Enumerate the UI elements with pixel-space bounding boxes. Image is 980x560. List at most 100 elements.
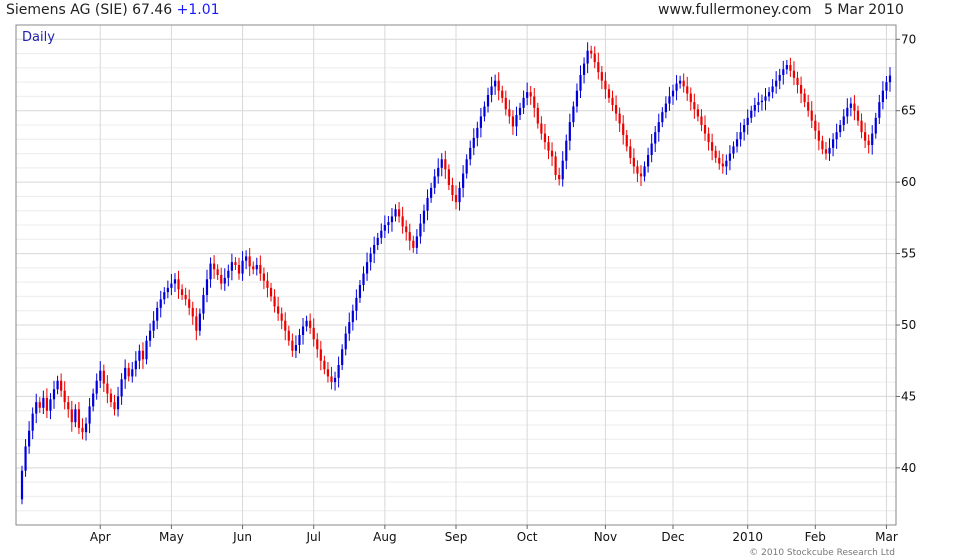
candle-body (600, 72, 603, 81)
candle-body (419, 223, 422, 237)
candle-body (732, 146, 735, 154)
y-tick-label: 70 (901, 32, 916, 46)
candle-body (113, 402, 116, 410)
candle-body (387, 222, 390, 225)
candle-body (447, 169, 450, 185)
candle-body (611, 97, 614, 105)
x-tick-label: Nov (594, 530, 617, 544)
candle-body (294, 345, 298, 351)
candle-body (842, 116, 845, 125)
candle-body (472, 137, 475, 148)
candle-body (376, 237, 379, 245)
candle-body (326, 369, 330, 377)
candle-body (533, 96, 536, 108)
candle-body (796, 77, 799, 85)
candle-body (526, 92, 529, 98)
candle-body (575, 90, 579, 107)
candle-body (35, 402, 38, 414)
candle-body (248, 256, 251, 267)
chart-date: 5 Mar 2010 (824, 2, 904, 18)
candle-body (412, 240, 415, 248)
candle-body (767, 92, 771, 97)
x-tick-label: Apr (90, 530, 111, 544)
y-tick-label: 40 (901, 461, 916, 475)
candle-body (429, 187, 433, 198)
candle-body (159, 299, 162, 308)
candle-body (586, 50, 589, 64)
candle-body (234, 262, 237, 265)
candle-body (622, 123, 625, 135)
candle-body (675, 83, 678, 91)
x-tick-label: Aug (373, 530, 396, 544)
candle-body (817, 130, 820, 141)
candle-body (771, 86, 774, 93)
candle-body (383, 225, 386, 231)
candle-body (497, 80, 500, 91)
candle-body (792, 70, 796, 78)
candle-body (743, 125, 746, 133)
candle-body (668, 96, 671, 104)
period-label: Daily (22, 30, 55, 45)
candle-body (700, 116, 703, 125)
candle-body (696, 109, 700, 117)
candle-body (550, 150, 554, 157)
candle-body (543, 133, 547, 143)
candle-body (365, 262, 369, 274)
candle-body (245, 256, 248, 261)
candle-body (341, 349, 344, 365)
candle-body (38, 402, 41, 408)
x-tick-label: Jul (305, 530, 320, 544)
candle-body (237, 265, 241, 274)
candle-body (348, 322, 351, 334)
candle-body (301, 326, 305, 335)
candle-body (273, 296, 276, 307)
candle-body (415, 236, 418, 248)
candle-body (686, 86, 689, 94)
candle-body (440, 159, 443, 168)
candle-body (31, 413, 34, 431)
candle-body (138, 350, 141, 361)
grid (16, 24, 896, 525)
candle-body (373, 245, 376, 254)
x-tick-label: Jun (232, 530, 252, 544)
copyright-text: © 2010 Stockcube Research Ltd (749, 548, 895, 558)
candle-body (593, 53, 596, 63)
candle-body (511, 116, 515, 127)
candle-body (540, 123, 543, 134)
candle-body (20, 470, 24, 500)
candle-body (679, 80, 682, 84)
candle-body (764, 96, 767, 101)
candle-body (874, 117, 877, 134)
candle-body (856, 110, 860, 121)
candle-body (120, 379, 123, 397)
candle-body (536, 107, 539, 124)
candle-body (760, 100, 764, 103)
candle-body (814, 120, 817, 131)
candle-body (444, 159, 447, 170)
candle-body (515, 115, 518, 127)
candle-body (362, 273, 365, 285)
candle-body (597, 62, 600, 73)
candle-body (728, 153, 732, 161)
candle-body (209, 263, 212, 280)
candle-body (629, 146, 632, 158)
candle-body (291, 340, 294, 351)
candle-body (871, 133, 874, 145)
candle-body (212, 263, 216, 270)
candle-body (220, 275, 223, 284)
stock-chart: 40 45 50 55 60 65 70 Apr May Jun Jul Aug Sep Oct Nov D… (6, 2, 916, 558)
candle-body (632, 157, 635, 167)
candle-body (394, 209, 397, 217)
candle-body (888, 75, 892, 83)
candle-body (70, 409, 73, 423)
candle-body (60, 380, 63, 391)
candle-body (433, 176, 436, 188)
candle-body (259, 265, 262, 274)
site-url[interactable]: www.fullermoney.com (658, 2, 812, 18)
candle-body (323, 360, 326, 370)
candle-body (81, 427, 84, 433)
candle-body (494, 80, 497, 87)
y-tick-label: 55 (901, 247, 916, 261)
candle-body (785, 65, 788, 70)
candle-body (547, 142, 550, 151)
